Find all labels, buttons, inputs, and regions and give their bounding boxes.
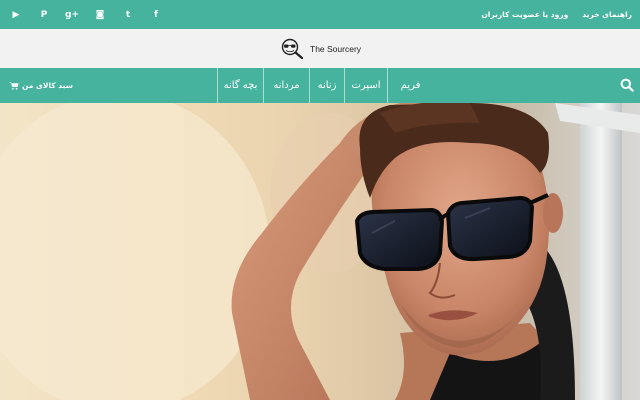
twitter-icon[interactable]: t	[114, 0, 142, 29]
top-bar: ▶ P g+ ◙ t f راهنمای خرید ورود یا عضویت …	[0, 0, 640, 29]
social-links: ▶ P g+ ◙ t f	[0, 0, 170, 29]
nav-item-label: اسپرت	[351, 80, 381, 91]
site-logo[interactable]: The Sourcery	[280, 38, 361, 59]
login-register-link[interactable]: ورود یا عضویت کاربران	[481, 10, 568, 19]
nav-item-label: فریم	[400, 80, 421, 91]
nav-item-label: بچه گانه	[223, 80, 258, 91]
nav-item-label: زنانه	[317, 80, 337, 91]
top-links: راهنمای خرید ورود یا عضویت کاربران	[481, 0, 632, 29]
nav-item-women[interactable]: زنانه	[309, 68, 344, 103]
magnifier-glasses-icon	[281, 38, 304, 59]
nav-item-frame[interactable]: فریم	[387, 68, 433, 103]
youtube-icon[interactable]: ▶	[2, 0, 30, 29]
search-icon[interactable]	[620, 78, 634, 92]
buy-guide-link[interactable]: راهنمای خرید	[582, 10, 632, 19]
hero-model-illustration	[0, 103, 640, 400]
nav-item-label: مردانه	[273, 80, 300, 91]
instagram-icon[interactable]: ◙	[86, 0, 114, 29]
google-plus-icon[interactable]: g+	[58, 0, 86, 29]
cart-button[interactable]: سبد کالای من	[9, 68, 73, 103]
hero-banner	[0, 103, 640, 400]
nav-item-kids[interactable]: بچه گانه	[217, 68, 263, 103]
cart-label: سبد کالای من	[22, 81, 74, 90]
main-nav: سبد کالای من بچه گانه مردانه زنانه اسپرت…	[0, 68, 640, 103]
facebook-icon[interactable]: f	[142, 0, 170, 29]
logo-text: The Sourcery	[310, 43, 362, 54]
nav-item-sport[interactable]: اسپرت	[344, 68, 387, 103]
pinterest-icon[interactable]: P	[30, 0, 58, 29]
nav-menu: بچه گانه مردانه زنانه اسپرت فریم	[217, 68, 433, 103]
cart-icon	[9, 82, 19, 90]
logo-band: The Sourcery	[0, 29, 640, 68]
nav-item-men[interactable]: مردانه	[263, 68, 309, 103]
